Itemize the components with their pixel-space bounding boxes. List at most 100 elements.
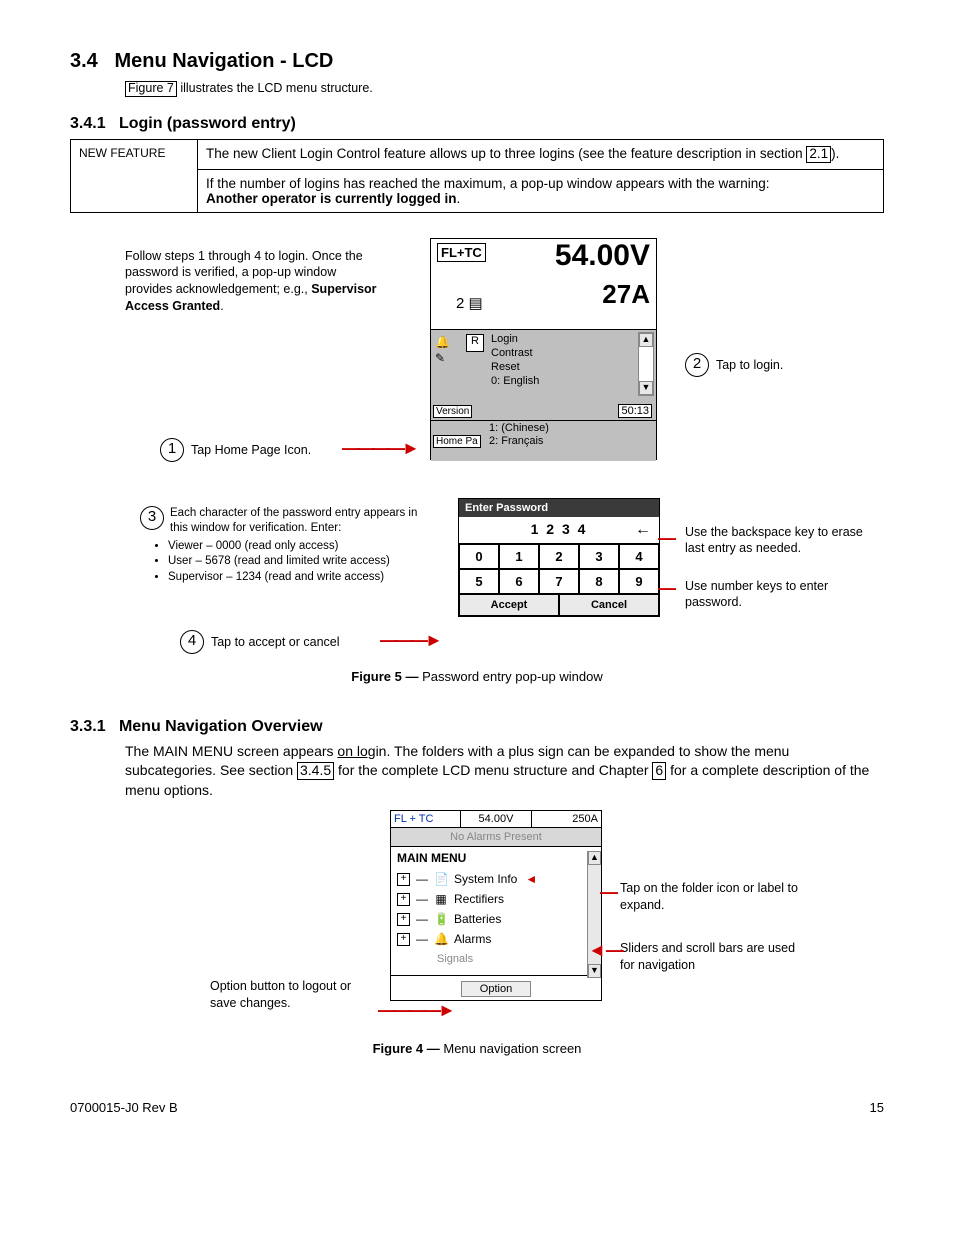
tree-row-batteries[interactable]: +—🔋Batteries — [397, 909, 595, 929]
status-fltc: FL + TC — [391, 811, 461, 827]
anno-numkeys: Use number keys to enter password. — [685, 578, 865, 612]
rectifier-icon: ▦ — [434, 889, 448, 909]
step-4: 4 Tap to accept or cancel — [180, 630, 340, 654]
status-amp: 250A — [532, 811, 601, 827]
login-intro-text: Follow steps 1 through 4 to login. Once … — [125, 248, 385, 316]
expand-icon[interactable]: + — [397, 913, 410, 926]
menu-lang-en[interactable]: 0: English — [491, 374, 539, 388]
cancel-button[interactable]: Cancel — [559, 594, 659, 616]
key-5[interactable]: 5 — [459, 569, 499, 594]
key-8[interactable]: 8 — [579, 569, 619, 594]
figure-7-ref[interactable]: Figure 7 — [125, 81, 177, 97]
arrow-step4: ———► — [380, 630, 440, 651]
menu-lang-fr[interactable]: 2: Français — [489, 435, 549, 448]
anno-sliders: Sliders and scroll bars are used for nav… — [620, 940, 810, 974]
menu-tree: +—📄System Info◄ +—▦Rectifiers +—🔋Batteri… — [391, 869, 601, 975]
tree-row-rectifiers[interactable]: +—▦Rectifiers — [397, 889, 595, 909]
figure-5-layout: Follow steps 1 through 4 to login. Once … — [70, 238, 884, 678]
new-feature-label: NEW FEATURE — [71, 139, 198, 212]
time-readout: 50:13 — [618, 404, 652, 418]
tree-row-alarms[interactable]: +—🔔Alarms — [397, 929, 595, 949]
scroll-up-icon[interactable]: ▲ — [588, 851, 601, 865]
doc-id: 0700015-J0 Rev B — [70, 1100, 178, 1115]
key-9[interactable]: 9 — [619, 569, 659, 594]
arrow-tap-folder: — — [600, 882, 618, 903]
password-header: Enter Password — [459, 499, 659, 517]
scroll-down-icon[interactable]: ▼ — [639, 381, 653, 395]
section-2-1-ref[interactable]: 2.1 — [806, 146, 831, 163]
password-display: 1 2 3 4 ← — [459, 517, 659, 544]
accept-button[interactable]: Accept — [459, 594, 559, 616]
key-6[interactable]: 6 — [499, 569, 539, 594]
key-3[interactable]: 3 — [579, 544, 619, 569]
arrow-system-info: ◄ — [525, 869, 537, 889]
chapter-6-ref[interactable]: 6 — [652, 762, 666, 779]
step-3: 3 Each character of the password entry a… — [140, 506, 430, 586]
main-menu-label: MAIN MENU — [391, 847, 601, 869]
voltage-readout: 54.00V — [555, 239, 650, 273]
password-value: 1 2 3 4 — [531, 521, 588, 537]
tree-row-system-info[interactable]: +—📄System Info◄ — [397, 869, 595, 889]
key-0[interactable]: 0 — [459, 544, 499, 569]
expand-icon[interactable]: + — [397, 933, 410, 946]
section-3-4-title: Menu Navigation - LCD — [114, 50, 333, 72]
rectifier-count-icon: 2 ▤ — [456, 294, 483, 312]
scrollbar[interactable]: ▲ ▼ — [638, 332, 654, 396]
expand-icon[interactable]: + — [397, 893, 410, 906]
arrow-numkeys: — — [658, 578, 676, 599]
folder-icon: 📄 — [434, 869, 448, 889]
key-4[interactable]: 4 — [619, 544, 659, 569]
scroll-down-icon[interactable]: ▼ — [588, 964, 601, 978]
menu-lang-cn[interactable]: 1: (Chinese) — [489, 422, 549, 435]
arrow-step1: ————► — [342, 438, 417, 459]
new-feature-text-2: If the number of logins has reached the … — [198, 169, 884, 212]
anno-backspace: Use the backspace key to erase last entr… — [685, 524, 865, 558]
new-feature-text-1: The new Client Login Control feature all… — [198, 139, 884, 169]
page-number: 15 — [870, 1100, 884, 1115]
alarm-icon: 🔔 — [434, 929, 448, 949]
figure-4-caption: Figure 4 — Menu navigation screen — [70, 1041, 884, 1056]
home-page-icon[interactable]: Home Pa — [433, 435, 481, 448]
key-1[interactable]: 1 — [499, 544, 539, 569]
figure-4-layout: FL + TC 54.00V 250A No Alarms Present MA… — [70, 810, 884, 1070]
section-3-4-heading: 3.4 Menu Navigation - LCD — [70, 50, 884, 73]
main-menu-screenshot: FL + TC 54.00V 250A No Alarms Present MA… — [390, 810, 602, 1001]
status-volt: 54.00V — [461, 811, 531, 827]
password-popup: Enter Password 1 2 3 4 ← 0 1 2 3 4 5 6 7… — [458, 498, 660, 617]
new-feature-box: NEW FEATURE The new Client Login Control… — [70, 139, 884, 213]
option-bar: Option — [391, 975, 601, 1000]
anno-option-button: Option button to logout or save changes. — [210, 978, 375, 1012]
section-3-3-1-heading: 3.3.1 Menu Navigation Overview — [70, 718, 884, 736]
status-icons: 🔔✎ — [435, 334, 450, 366]
r-box: R — [466, 334, 484, 352]
step-2-marker: 2 — [685, 353, 709, 377]
keypad: 0 1 2 3 4 5 6 7 8 9 — [459, 544, 659, 594]
arrow-sliders: ◄— — [588, 940, 624, 961]
menu-login[interactable]: Login — [491, 332, 539, 346]
popup-menu: Login Contrast Reset 0: English — [491, 332, 539, 388]
menu-contrast[interactable]: Contrast — [491, 346, 539, 360]
step-2: 2 Tap to login. — [685, 353, 783, 377]
step-1-marker: 1 — [160, 438, 184, 462]
key-7[interactable]: 7 — [539, 569, 579, 594]
step-3-marker: 3 — [140, 506, 164, 530]
backspace-key[interactable]: ← — [635, 521, 651, 539]
key-2[interactable]: 2 — [539, 544, 579, 569]
fltc-indicator: FL+TC — [437, 243, 486, 262]
menu-reset[interactable]: Reset — [491, 360, 539, 374]
option-button[interactable]: Option — [461, 981, 531, 997]
page-footer: 0700015-J0 Rev B 15 — [70, 1100, 884, 1115]
anno-tap-folder: Tap on the folder icon or label to expan… — [620, 880, 800, 914]
scroll-up-icon[interactable]: ▲ — [639, 333, 653, 347]
step-4-marker: 4 — [180, 630, 204, 654]
section-3-4-num: 3.4 — [70, 50, 98, 72]
lcd-home-screenshot: FL+TC 2 ▤ 54.00V 27A 🔔✎ R Login Contrast… — [430, 238, 657, 460]
arrow-backspace: — — [658, 528, 676, 549]
expand-icon[interactable]: + — [397, 873, 410, 886]
popup-menu-overflow: 1: (Chinese) 2: Français — [489, 422, 549, 448]
tree-row-signals: Signals — [437, 949, 595, 969]
arrow-option: ————► — [378, 1000, 453, 1021]
step-1: 1 Tap Home Page Icon. — [160, 438, 311, 462]
section-3-4-5-ref[interactable]: 3.4.5 — [297, 762, 334, 779]
current-readout: 27A — [602, 279, 650, 310]
